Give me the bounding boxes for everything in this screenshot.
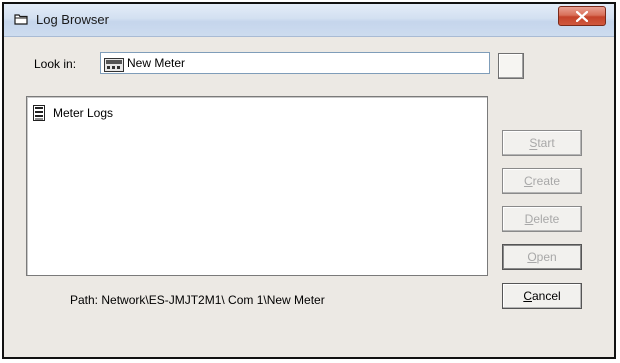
start-button[interactable]: Start bbox=[502, 130, 582, 156]
delete-button[interactable]: Delete bbox=[502, 206, 582, 232]
close-icon bbox=[576, 11, 588, 22]
folder-icon bbox=[14, 14, 28, 25]
window-title: Log Browser bbox=[36, 12, 109, 27]
list-item-label: Meter Logs bbox=[53, 106, 114, 120]
log-browser-window: Log Browser Look in: New Meter Meter Log… bbox=[2, 2, 616, 359]
log-file-icon bbox=[33, 105, 45, 121]
open-button[interactable]: Open bbox=[502, 244, 582, 270]
cancel-button[interactable]: Cancel bbox=[502, 283, 582, 309]
log-list[interactable]: Meter Logs bbox=[26, 96, 488, 276]
browse-button[interactable] bbox=[498, 53, 524, 79]
title-bar[interactable]: Log Browser bbox=[4, 4, 614, 37]
close-button[interactable] bbox=[558, 6, 606, 26]
look-in-value: New Meter bbox=[127, 56, 186, 70]
meter-icon bbox=[104, 58, 124, 72]
look-in-label: Look in: bbox=[34, 57, 77, 71]
look-in-field[interactable]: New Meter bbox=[100, 52, 490, 74]
path-label: Path: Network\ES-JMJT2M1\ Com 1\New Mete… bbox=[70, 293, 325, 307]
create-button[interactable]: Create bbox=[502, 168, 582, 194]
